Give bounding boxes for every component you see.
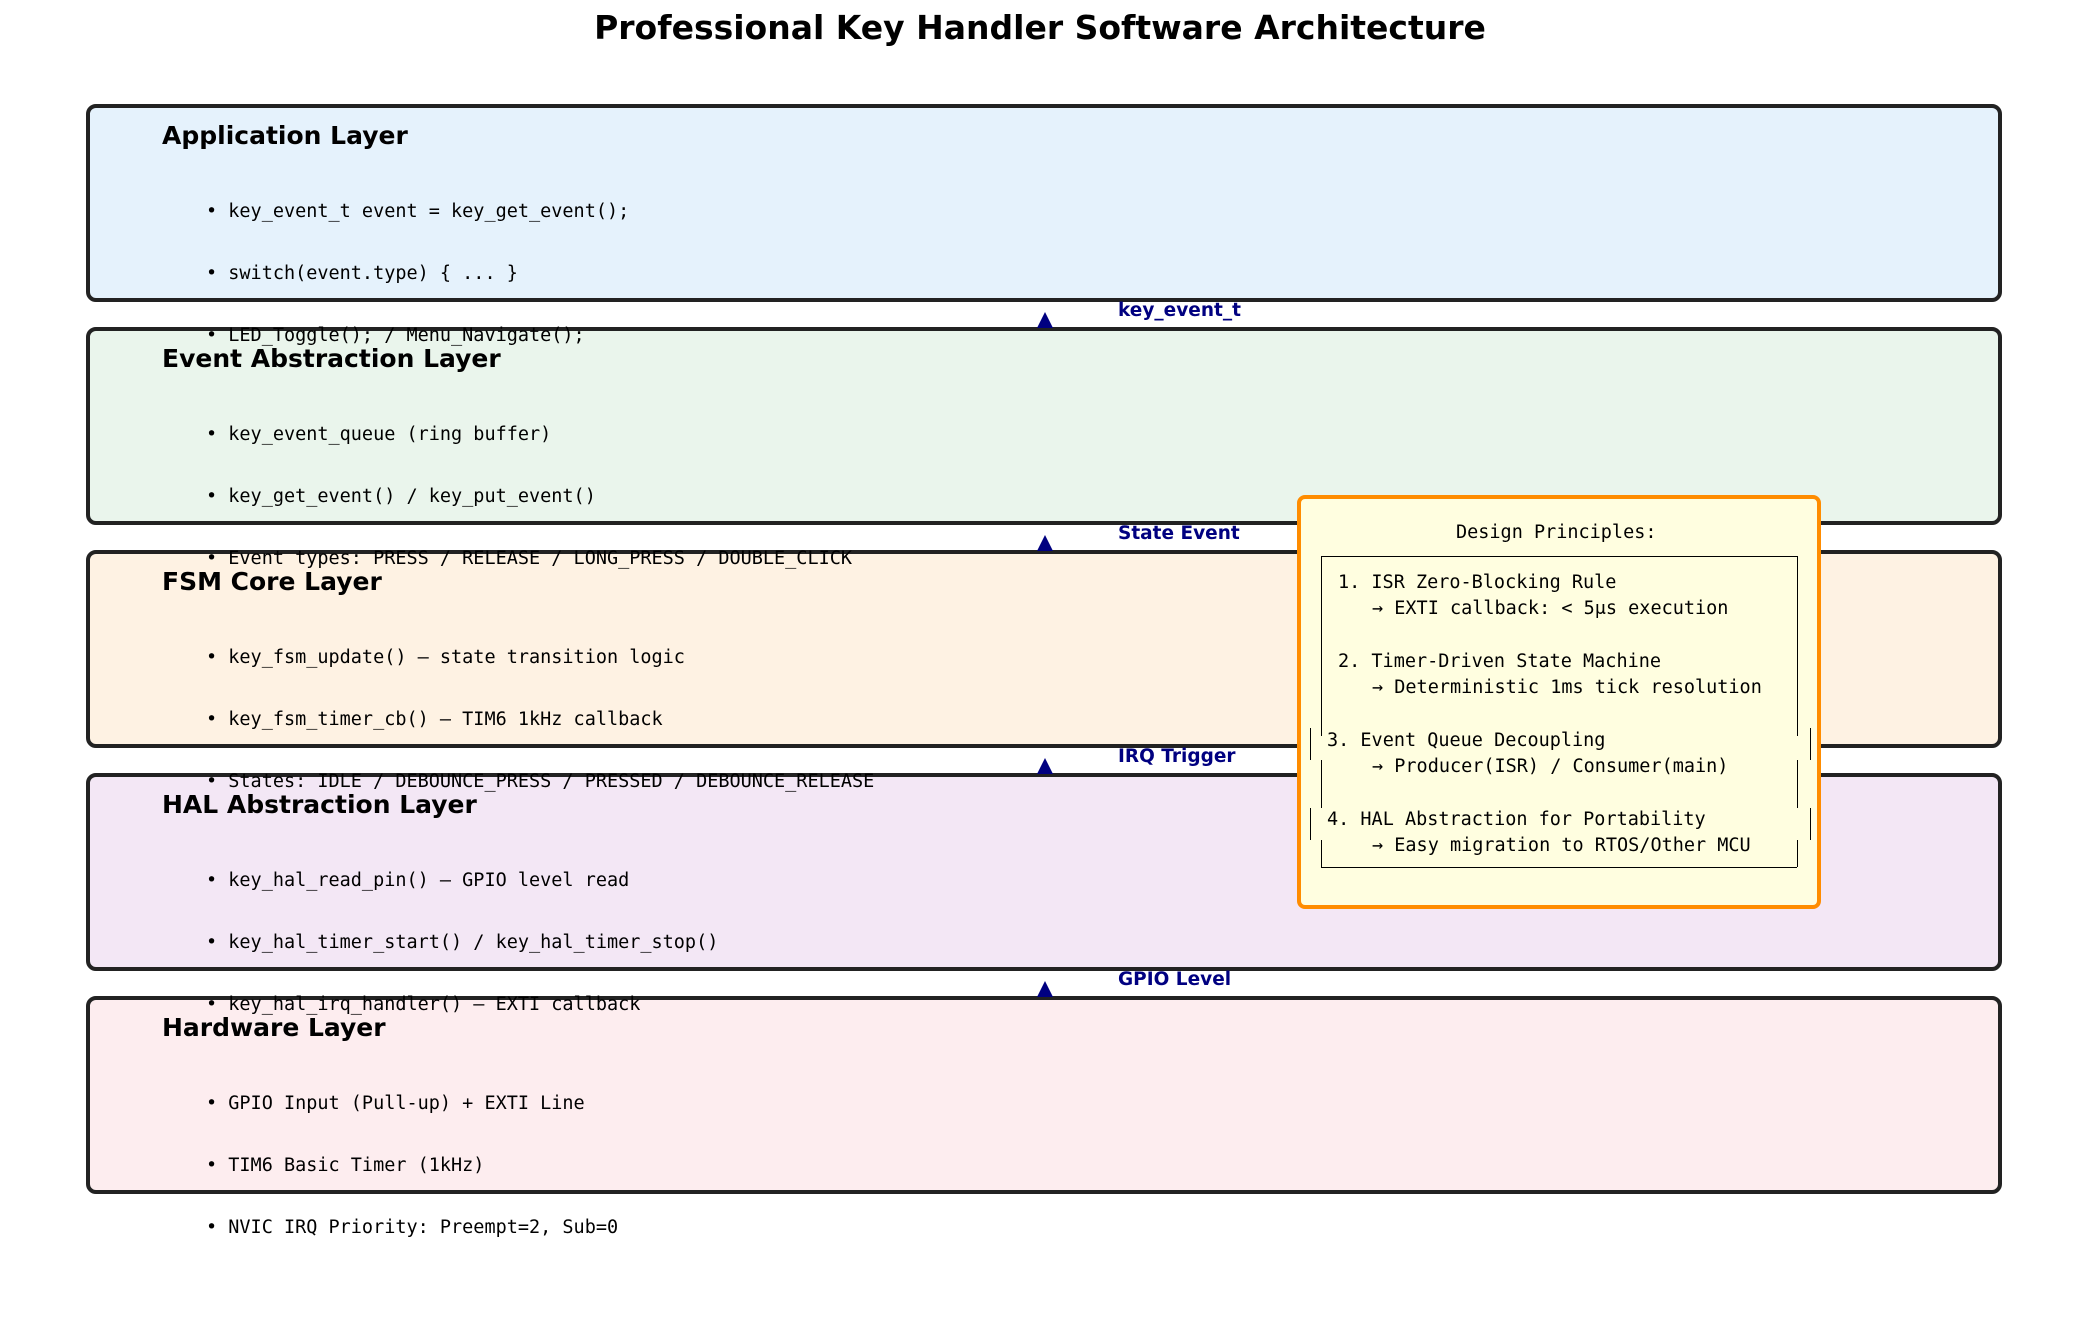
hardware-layer-bullet-2: • TIM6 Basic Timer (1kHz): [206, 1155, 485, 1176]
hal-abstraction-layer-title: HAL Abstraction Layer: [162, 790, 477, 819]
frame-left-jog-line: [1310, 808, 1311, 840]
diagram-title: Professional Key Handler Software Archit…: [594, 8, 1486, 47]
principle-1-title: 1. ISR Zero-Blocking Rule: [1338, 572, 1617, 593]
arrow-up-icon: [1037, 758, 1053, 774]
frame-left-line: [1321, 760, 1322, 808]
fsm-core-layer-bullet-2: • key_fsm_timer_cb() — TIM6 1kHz callbac…: [206, 709, 663, 730]
hardware-layer-title: Hardware Layer: [162, 1013, 386, 1042]
arrow-label-key-event: key_event_t: [1118, 300, 1241, 321]
hardware-layer-bullet-1: • GPIO Input (Pull-up) + EXTI Line: [206, 1093, 585, 1114]
frame-top-line: [1321, 556, 1797, 557]
application-layer-bullet-1: • key_event_t event = key_get_event();: [206, 201, 630, 222]
hal-abstraction-layer-bullet-3: • key_hal_irq_handler() — EXTI callback: [206, 994, 641, 1015]
design-principles-heading: Design Principles:: [1456, 522, 1657, 543]
frame-left-line: [1321, 556, 1322, 736]
principle-3-title: 3. Event Queue Decoupling: [1327, 730, 1606, 751]
fsm-core-layer-bullet-1: • key_fsm_update() — state transition lo…: [206, 647, 685, 668]
fsm-core-layer-bullet-3: • States: IDLE / DEBOUNCE_PRESS / PRESSE…: [206, 771, 875, 792]
application-layer-title: Application Layer: [162, 121, 408, 150]
principle-1-detail: → EXTI callback: < 5μs execution: [1372, 598, 1729, 619]
arrow-up-icon: [1037, 535, 1053, 551]
principle-4-detail: → Easy migration to RTOS/Other MCU: [1372, 835, 1751, 856]
hal-abstraction-layer-bullet-2: • key_hal_timer_start() / key_hal_timer_…: [206, 932, 719, 953]
frame-right-jog-line: [1810, 728, 1811, 760]
hardware-layer-bullet-3: • NVIC IRQ Priority: Preempt=2, Sub=0: [206, 1217, 619, 1238]
principle-2-detail: → Deterministic 1ms tick resolution: [1372, 677, 1762, 698]
frame-right-jog-line: [1810, 808, 1811, 840]
principle-2-title: 2. Timer-Driven State Machine: [1338, 651, 1662, 672]
event-abstraction-layer-bullet-1: • key_event_queue (ring buffer): [206, 424, 552, 445]
frame-right-line: [1797, 760, 1798, 808]
arrow-label-gpio-level: GPIO Level: [1118, 969, 1232, 990]
fsm-core-layer-title: FSM Core Layer: [162, 567, 382, 596]
architecture-diagram: Professional Key Handler Software Archit…: [0, 0, 2080, 1332]
principle-4-title: 4. HAL Abstraction for Portability: [1327, 809, 1706, 830]
frame-left-jog-line: [1310, 728, 1311, 760]
event-abstraction-layer-bullet-3: • Event types: PRESS / RELEASE / LONG_PR…: [206, 548, 853, 569]
arrow-label-irq-trigger: IRQ Trigger: [1118, 746, 1236, 767]
frame-left-line: [1321, 840, 1322, 867]
event-abstraction-layer-title: Event Abstraction Layer: [162, 344, 501, 373]
application-layer-bullet-3: • LED_Toggle(); / Menu_Navigate();: [206, 325, 585, 346]
application-layer-bullet-2: • switch(event.type) { ... }: [206, 263, 518, 284]
frame-right-line: [1797, 556, 1798, 736]
frame-bottom-line: [1321, 867, 1797, 868]
arrow-up-icon: [1037, 312, 1053, 328]
event-abstraction-layer-bullet-2: • key_get_event() / key_put_event(): [206, 486, 596, 507]
hal-abstraction-layer-bullet-1: • key_hal_read_pin() — GPIO level read: [206, 870, 630, 891]
frame-right-line: [1797, 840, 1798, 867]
arrow-up-icon: [1037, 981, 1053, 997]
arrow-label-state-event: State Event: [1118, 523, 1240, 544]
principle-3-detail: → Producer(ISR) / Consumer(main): [1372, 756, 1729, 777]
